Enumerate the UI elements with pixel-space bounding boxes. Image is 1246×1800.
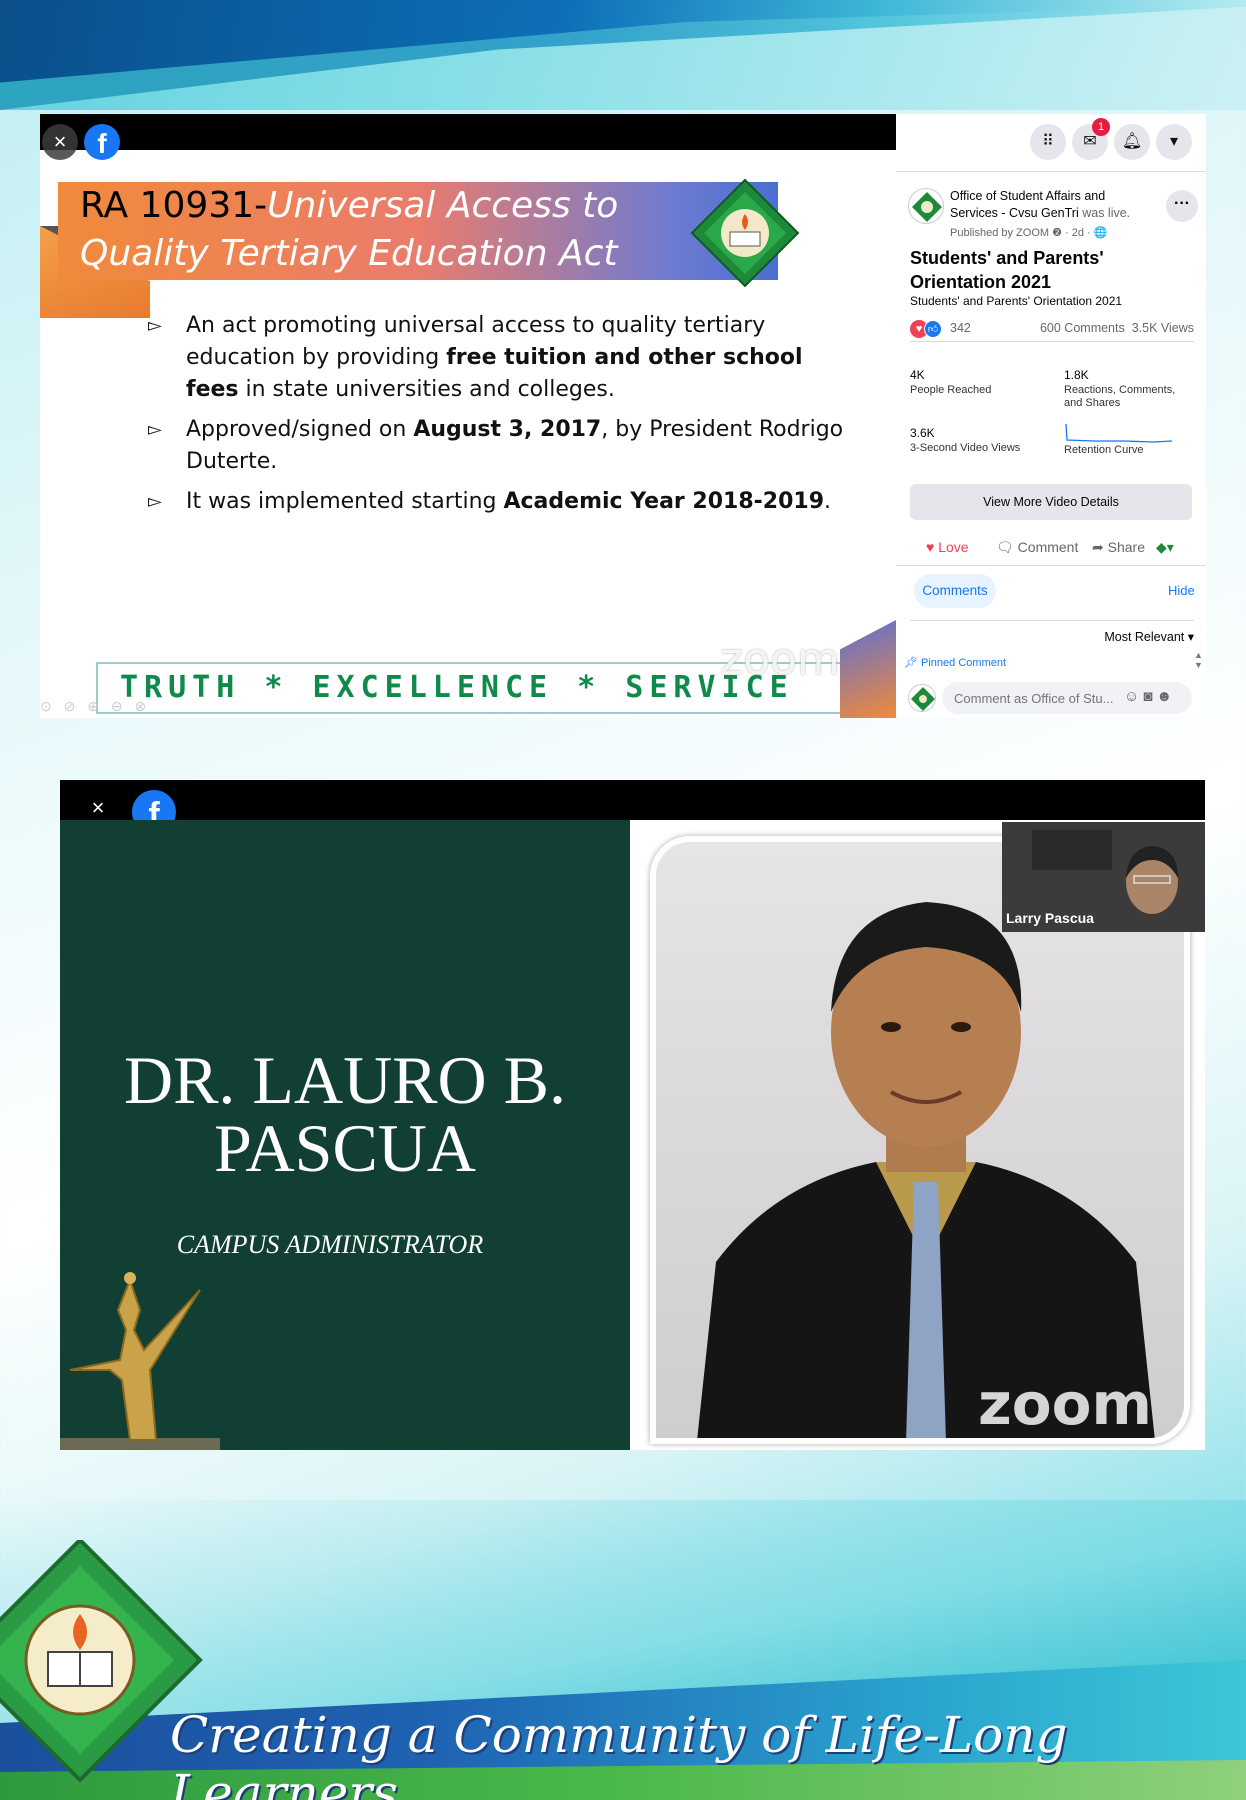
- stat-people-reached: 4K People Reached: [910, 368, 1040, 397]
- facebook-live-viewer: × f RA 10931-Universal Access to Quality…: [40, 114, 1206, 718]
- speaker-video-frame[interactable]: × f DR. LAURO B. PASCUA CAMPUS ADMINISTR…: [60, 780, 1205, 1450]
- reaction-count[interactable]: 342: [950, 321, 971, 335]
- slide-bullet: ▻ It was implemented starting Academic Y…: [148, 486, 848, 518]
- video-subtitle: Students' and Parents' Orientation 2021: [910, 294, 1123, 308]
- comment-button[interactable]: 🗨︎ Comment: [996, 539, 1078, 556]
- close-icon[interactable]: ×: [42, 124, 78, 160]
- comments-views-count: 600 Comments 3.5K Views: [1040, 321, 1194, 335]
- bullet-arrow-icon: ▻: [148, 315, 162, 336]
- account-menu-chevron-icon[interactable]: ▾: [1156, 124, 1192, 160]
- bullet-text: in state universities and colleges.: [238, 377, 615, 402]
- hide-comments-link[interactable]: Hide: [1168, 583, 1195, 598]
- post-side-panel: ⠿ ✉ 1 🔔︎ ▾ Office of Student Affairs and…: [896, 114, 1206, 718]
- bullet-arrow-icon: ▻: [148, 419, 162, 440]
- live-status-text: was live.: [1082, 206, 1131, 220]
- bullet-bold-text: Academic Year 2018-2019: [503, 489, 825, 514]
- share-arrow-icon: ➦: [1092, 539, 1104, 555]
- comment-label: Comment: [1017, 539, 1079, 555]
- comments-tab[interactable]: Comments: [914, 574, 996, 608]
- view-more-video-details-button[interactable]: View More Video Details: [910, 484, 1192, 520]
- stat-label: People Reached: [910, 384, 992, 396]
- slide-bullet-list: ▻ An act promoting universal access to q…: [148, 310, 848, 526]
- pinned-text: Pinned Comment: [921, 657, 1007, 669]
- comment-sort-dropdown[interactable]: Most Relevant ▾: [910, 620, 1194, 644]
- share-button[interactable]: ➦ Share: [1092, 539, 1145, 556]
- speaker-portrait-image: [697, 902, 1155, 1438]
- bell-icon[interactable]: 🔔︎: [1114, 124, 1150, 160]
- player-controls[interactable]: ⊙ ⊘ ⊕ ⊖ ⊗: [40, 698, 150, 715]
- reaction-summary: ♥ 👍︎ 342 600 Comments 3.5K Views: [910, 318, 1194, 342]
- panel-top-bar: ⠿ ✉ 1 🔔︎ ▾: [896, 114, 1206, 172]
- stat-value: 4K: [910, 368, 925, 382]
- page-avatar[interactable]: [908, 188, 944, 224]
- oblation-statue-image: [60, 1272, 220, 1450]
- slide-bullet: ▻ An act promoting universal access to q…: [148, 310, 848, 406]
- sort-label: Most Relevant ▾: [1104, 630, 1194, 644]
- retention-curve-sparkline: [1065, 423, 1173, 443]
- scroll-arrows-icon[interactable]: ▲ ▼: [1194, 650, 1203, 670]
- stat-engagements: 1.8K Reactions, Comments, and Shares: [1064, 368, 1194, 410]
- post-actions: ♥ Love 🗨︎ Comment ➦ Share ◆▾: [896, 530, 1206, 566]
- video-title: Students' and Parents' Orientation 2021: [910, 248, 1104, 292]
- love-label: Love: [938, 539, 969, 555]
- comment-bubble-icon: 🗨︎: [996, 539, 1014, 555]
- commenter-avatar: [908, 684, 936, 712]
- university-seal-icon: [690, 178, 800, 288]
- love-icon: ♥: [926, 539, 935, 555]
- slide-bullet: ▻ Approved/signed on August 3, 2017, by …: [148, 414, 848, 478]
- facebook-logo-icon[interactable]: f: [84, 124, 120, 160]
- comments-count[interactable]: 600 Comments: [1040, 321, 1125, 335]
- zoom-watermark: zoom: [720, 634, 840, 685]
- pinned-comment-label: 📌︎ Pinned Comment: [904, 656, 1006, 669]
- stat-three-second-views: 3.6K 3-Second Video Views: [910, 426, 1040, 455]
- motto-text: TRUTH * EXCELLENCE * SERVICE: [120, 670, 794, 705]
- bullet-bold-text: August 3, 2017: [413, 417, 602, 442]
- more-options-button[interactable]: ···: [1166, 190, 1198, 222]
- apps-grid-icon[interactable]: ⠿: [1030, 124, 1066, 160]
- post-meta: Published by ZOOM ❷ · 2d · 🌐: [950, 227, 1108, 239]
- love-button[interactable]: ♥ Love: [926, 539, 969, 555]
- bullet-text: .: [824, 489, 832, 514]
- stat-label: Reactions, Comments, and Shares: [1064, 384, 1176, 409]
- views-count: 3.5K Views: [1131, 321, 1194, 335]
- page-avatar-seal-icon: [912, 192, 942, 222]
- share-label: Share: [1107, 539, 1145, 555]
- bullet-text: It was implemented starting: [186, 489, 504, 514]
- stat-value: 1.8K: [1064, 368, 1089, 382]
- bullet-text: Approved/signed on: [186, 417, 414, 442]
- post-as-selector-icon[interactable]: ◆▾: [1156, 539, 1174, 556]
- commenter-seal-icon: [911, 687, 935, 711]
- video-player[interactable]: × f RA 10931-Universal Access to Quality…: [40, 114, 896, 718]
- pin-icon: 📌︎: [904, 657, 918, 669]
- speaker-role: CAMPUS ADMINISTRATOR: [176, 1230, 484, 1259]
- stat-label: 3-Second Video Views: [910, 442, 1021, 454]
- slide-title-prefix: RA 10931-: [80, 185, 268, 226]
- post-author: Office of Student Affairs and Services -…: [950, 188, 1140, 222]
- stat-value: 3.6K: [910, 426, 935, 440]
- stat-retention-curve: Retention Curve: [1064, 422, 1194, 457]
- slide-corner-decoration: [840, 620, 896, 718]
- video-top-bar: [60, 780, 1205, 820]
- speaker-name: DR. LAURO B. PASCUA: [123, 1042, 567, 1186]
- zoom-logo: zoom: [978, 1370, 1152, 1438]
- bullet-arrow-icon: ▻: [148, 491, 162, 512]
- stat-label: Retention Curve: [1064, 444, 1144, 456]
- participant-name-label: Larry Pascua: [1006, 910, 1094, 926]
- like-reaction-icon: 👍︎: [924, 320, 942, 338]
- emoji-icon[interactable]: ☺: [1124, 688, 1143, 705]
- camera-icon[interactable]: ◙: [1143, 688, 1156, 705]
- video-top-bar: [40, 114, 896, 150]
- comment-input-icons[interactable]: ☺◙☻: [1124, 688, 1176, 705]
- slide-title: RA 10931-Universal Access to Quality Ter…: [80, 182, 720, 278]
- sticker-icon[interactable]: ☻: [1156, 688, 1176, 705]
- speaker-name-slide: DR. LAURO B. PASCUA CAMPUS ADMINISTRATOR: [60, 820, 630, 1450]
- notification-badge: 1: [1092, 118, 1110, 136]
- footer-tagline: Creating a Community of Life-Long Learne…: [170, 1706, 1068, 1800]
